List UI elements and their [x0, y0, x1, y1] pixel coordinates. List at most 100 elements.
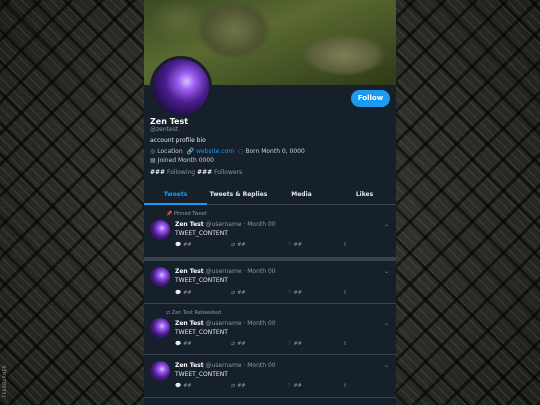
- reply-count: ##: [183, 242, 192, 248]
- chevron-down-icon[interactable]: ⌄: [384, 362, 389, 369]
- tab-tweets-and-replies[interactable]: Tweets & Replies: [207, 186, 270, 204]
- retweet-count: ##: [237, 341, 246, 347]
- reply-icon: 💬: [175, 242, 182, 248]
- profile-born: Born Month 0, 0000: [245, 148, 305, 155]
- pin-icon: 📌: [166, 211, 173, 217]
- follow-counts: ### Following ### Followers: [150, 169, 242, 176]
- profile-name: Zen Test: [150, 117, 189, 126]
- tweet-handle: @username: [205, 362, 242, 369]
- retweet-button[interactable]: ⇄ ##: [231, 242, 246, 248]
- reply-count: ##: [183, 383, 192, 389]
- tweet-handle: @username: [205, 320, 242, 327]
- profile-website-link[interactable]: website.com: [196, 148, 234, 155]
- share-icon: ⇧: [343, 383, 348, 389]
- retweet-icon: ⇄: [231, 290, 236, 296]
- chevron-down-icon[interactable]: ⌄: [384, 268, 389, 275]
- reply-count: ##: [183, 290, 192, 296]
- pinned-note: 📌 Pinned Tweet: [166, 211, 207, 217]
- profile-meta-row: ◎ Location 🔗 website.com ◌ Born Month 0,…: [150, 148, 305, 155]
- tweet-item[interactable]: Zen Test @username · Month 00 ⌄ TWEET_CO…: [144, 355, 396, 398]
- profile-handle: @zentest: [150, 126, 179, 133]
- like-button[interactable]: ♡ ##: [287, 290, 302, 296]
- retweeted-label[interactable]: Zen Test Retweeted: [172, 310, 221, 316]
- follow-button[interactable]: Follow: [351, 90, 390, 107]
- retweet-icon: ⇄: [166, 310, 171, 316]
- followers-label: Followers: [214, 169, 243, 176]
- tweet-content: TWEET_CONTENT: [175, 329, 228, 336]
- chevron-down-icon[interactable]: ⌄: [384, 320, 389, 327]
- reply-button[interactable]: 💬 ##: [175, 383, 192, 389]
- share-button[interactable]: ⇧: [343, 290, 347, 296]
- share-button[interactable]: ⇧: [343, 242, 347, 248]
- reply-icon: 💬: [175, 290, 182, 296]
- tweet-date: · Month 00: [243, 320, 276, 327]
- tweet-content: TWEET_CONTENT: [175, 230, 228, 237]
- link-icon: 🔗: [186, 148, 195, 155]
- following-label: Following: [167, 169, 196, 176]
- like-button[interactable]: ♡ ##: [287, 341, 302, 347]
- retweet-button[interactable]: ⇄ ##: [231, 341, 246, 347]
- tweet-handle: @username: [205, 268, 242, 275]
- retweet-icon: ⇄: [231, 242, 236, 248]
- tweet-avatar[interactable]: [150, 361, 170, 381]
- followers-link[interactable]: ### Followers: [197, 169, 242, 176]
- reply-button[interactable]: 💬 ##: [175, 341, 192, 347]
- heart-icon: ♡: [287, 341, 292, 347]
- tweet-date: · Month 00: [243, 268, 276, 275]
- retweet-count: ##: [237, 290, 246, 296]
- pinned-label: Pinned Tweet: [173, 211, 207, 217]
- calendar-icon: ▦: [150, 157, 156, 164]
- tweet-item[interactable]: 📌 Pinned Tweet Zen Test @username · Mont…: [144, 205, 396, 258]
- retweet-button[interactable]: ⇄ ##: [231, 383, 246, 389]
- like-count: ##: [293, 383, 302, 389]
- profile-avatar[interactable]: [150, 56, 212, 118]
- tweet-item[interactable]: ⇄ Zen Test Retweeted Zen Test @username …: [144, 304, 396, 355]
- retweeted-note: ⇄ Zen Test Retweeted: [166, 310, 221, 316]
- reply-count: ##: [183, 341, 192, 347]
- chevron-down-icon[interactable]: ⌄: [384, 221, 389, 228]
- heart-icon: ♡: [287, 242, 292, 248]
- share-icon: ⇧: [343, 242, 348, 248]
- tweet-avatar[interactable]: [150, 220, 170, 240]
- retweet-button[interactable]: ⇄ ##: [231, 290, 246, 296]
- following-count: ###: [150, 169, 166, 176]
- tweet-content: TWEET_CONTENT: [175, 371, 228, 378]
- tweet-author[interactable]: Zen Test: [175, 268, 204, 275]
- tweet-avatar[interactable]: [150, 267, 170, 287]
- heart-icon: ♡: [287, 383, 292, 389]
- followers-count: ###: [197, 169, 213, 176]
- reply-button[interactable]: 💬 ##: [175, 290, 192, 296]
- tweet-avatar[interactable]: [150, 318, 170, 338]
- like-button[interactable]: ♡ ##: [287, 383, 302, 389]
- tweet-author[interactable]: Zen Test: [175, 362, 204, 369]
- share-button[interactable]: ⇧: [343, 341, 347, 347]
- tweet-header: Zen Test @username · Month 00: [175, 268, 276, 275]
- profile-tabs: Tweets Tweets & Replies Media Likes: [144, 186, 396, 205]
- following-link[interactable]: ### Following: [150, 169, 195, 176]
- tweet-author[interactable]: Zen Test: [175, 320, 204, 327]
- location-icon: ◎: [150, 148, 156, 155]
- tweet-date: · Month 00: [243, 362, 276, 369]
- like-count: ##: [293, 242, 302, 248]
- tweet-date: · Month 00: [243, 221, 276, 228]
- tweet-content: TWEET_CONTENT: [175, 277, 228, 284]
- like-count: ##: [293, 341, 302, 347]
- tab-tweets[interactable]: Tweets: [144, 186, 207, 205]
- like-button[interactable]: ♡ ##: [287, 242, 302, 248]
- tab-media[interactable]: Media: [270, 186, 333, 204]
- retweet-count: ##: [237, 242, 246, 248]
- tweet-handle: @username: [205, 221, 242, 228]
- profile-column: Follow Zen Test @zentest account profile…: [144, 0, 396, 405]
- tweet-header: Zen Test @username · Month 00: [175, 221, 276, 228]
- reply-icon: 💬: [175, 341, 182, 347]
- like-count: ##: [293, 290, 302, 296]
- profile-joined: Joined Month 0000: [157, 157, 214, 164]
- tweet-item[interactable]: Zen Test @username · Month 00 ⌄ TWEET_CO…: [144, 261, 396, 304]
- tab-likes[interactable]: Likes: [333, 186, 396, 204]
- retweet-count: ##: [237, 383, 246, 389]
- profile-bio: account profile bio: [150, 137, 206, 144]
- reply-button[interactable]: 💬 ##: [175, 242, 192, 248]
- side-watermark: FEEDBURNER: [2, 365, 7, 398]
- tweet-author[interactable]: Zen Test: [175, 221, 204, 228]
- share-button[interactable]: ⇧: [343, 383, 347, 389]
